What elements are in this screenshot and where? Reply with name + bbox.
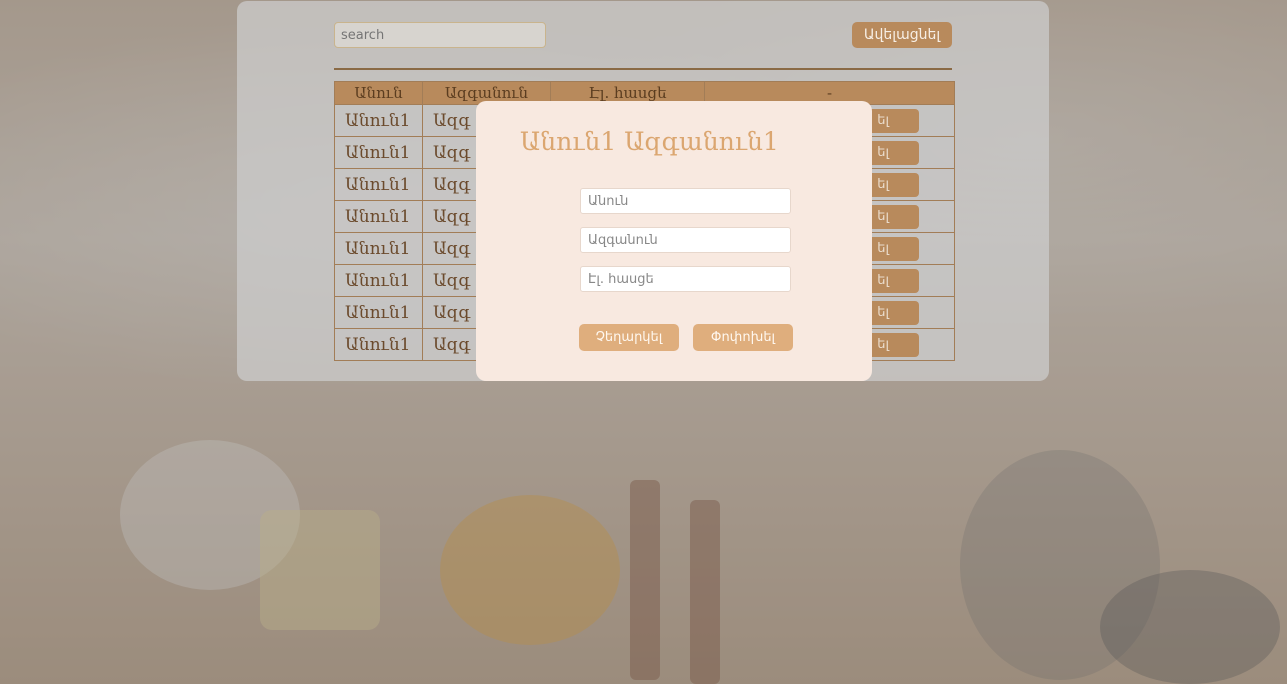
divider	[334, 68, 952, 70]
cell-name: Անուն1	[334, 328, 423, 361]
modal-title: Անուն1 Ազգանուն1	[520, 127, 779, 156]
cell-name: Անուն1	[334, 200, 423, 233]
cell-name: Անուն1	[334, 264, 423, 297]
cell-name: Անուն1	[334, 296, 423, 329]
cell-name: Անուն1	[334, 168, 423, 201]
add-user-button[interactable]: Ավելացնել	[852, 22, 952, 48]
edit-user-modal: Անուն1 Ազգանուն1 Չեղարկել Փոփոխել	[476, 101, 872, 381]
cell-name: Անուն1	[334, 104, 423, 137]
cell-name: Անուն1	[334, 232, 423, 265]
column-header-name: Անուն	[334, 81, 423, 105]
last-name-field[interactable]	[580, 227, 791, 253]
search-input[interactable]	[334, 22, 546, 48]
first-name-field[interactable]	[580, 188, 791, 214]
email-field[interactable]	[580, 266, 791, 292]
cell-name: Անուն1	[334, 136, 423, 169]
save-changes-button[interactable]: Փոփոխել	[693, 324, 793, 351]
cancel-button[interactable]: Չեղարկել	[579, 324, 679, 351]
